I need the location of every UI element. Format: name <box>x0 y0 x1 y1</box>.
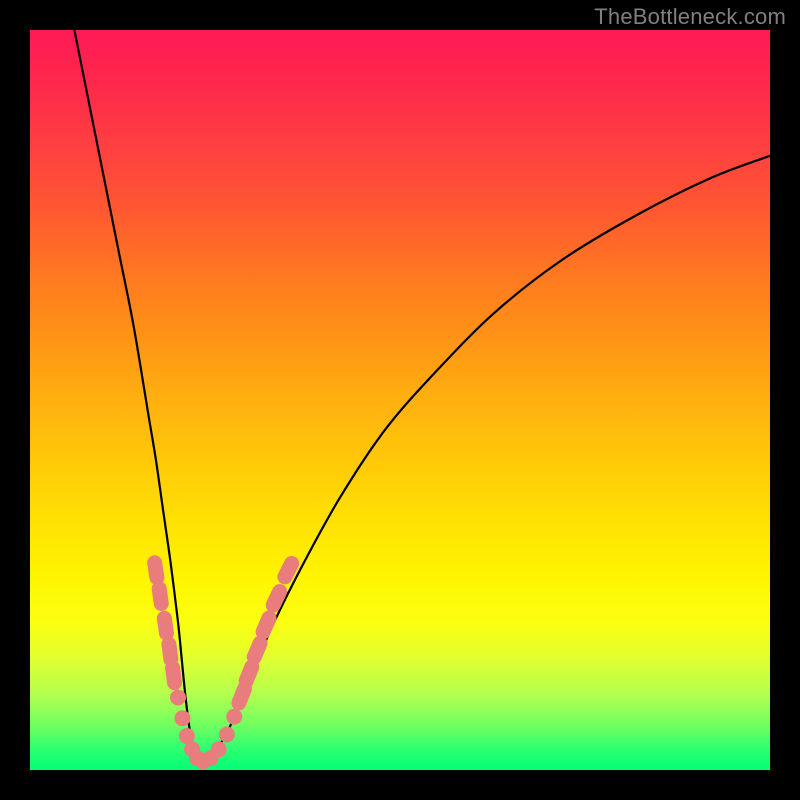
bottleneck-curve <box>74 30 770 763</box>
curve-markers <box>146 553 302 769</box>
curve-marker <box>151 580 170 612</box>
curve-marker <box>156 610 175 642</box>
curve-marker <box>211 741 227 757</box>
curve-marker <box>146 554 165 586</box>
curve-marker <box>219 726 235 742</box>
chart-frame: TheBottleneck.com <box>0 0 800 800</box>
curve-marker <box>174 710 190 726</box>
curve-marker <box>170 689 186 705</box>
curve-layer <box>30 30 770 770</box>
curve-marker <box>226 709 242 725</box>
plot-area <box>30 30 770 770</box>
watermark-text: TheBottleneck.com <box>594 4 786 30</box>
curve-marker <box>164 659 183 691</box>
curve-marker <box>275 553 302 587</box>
